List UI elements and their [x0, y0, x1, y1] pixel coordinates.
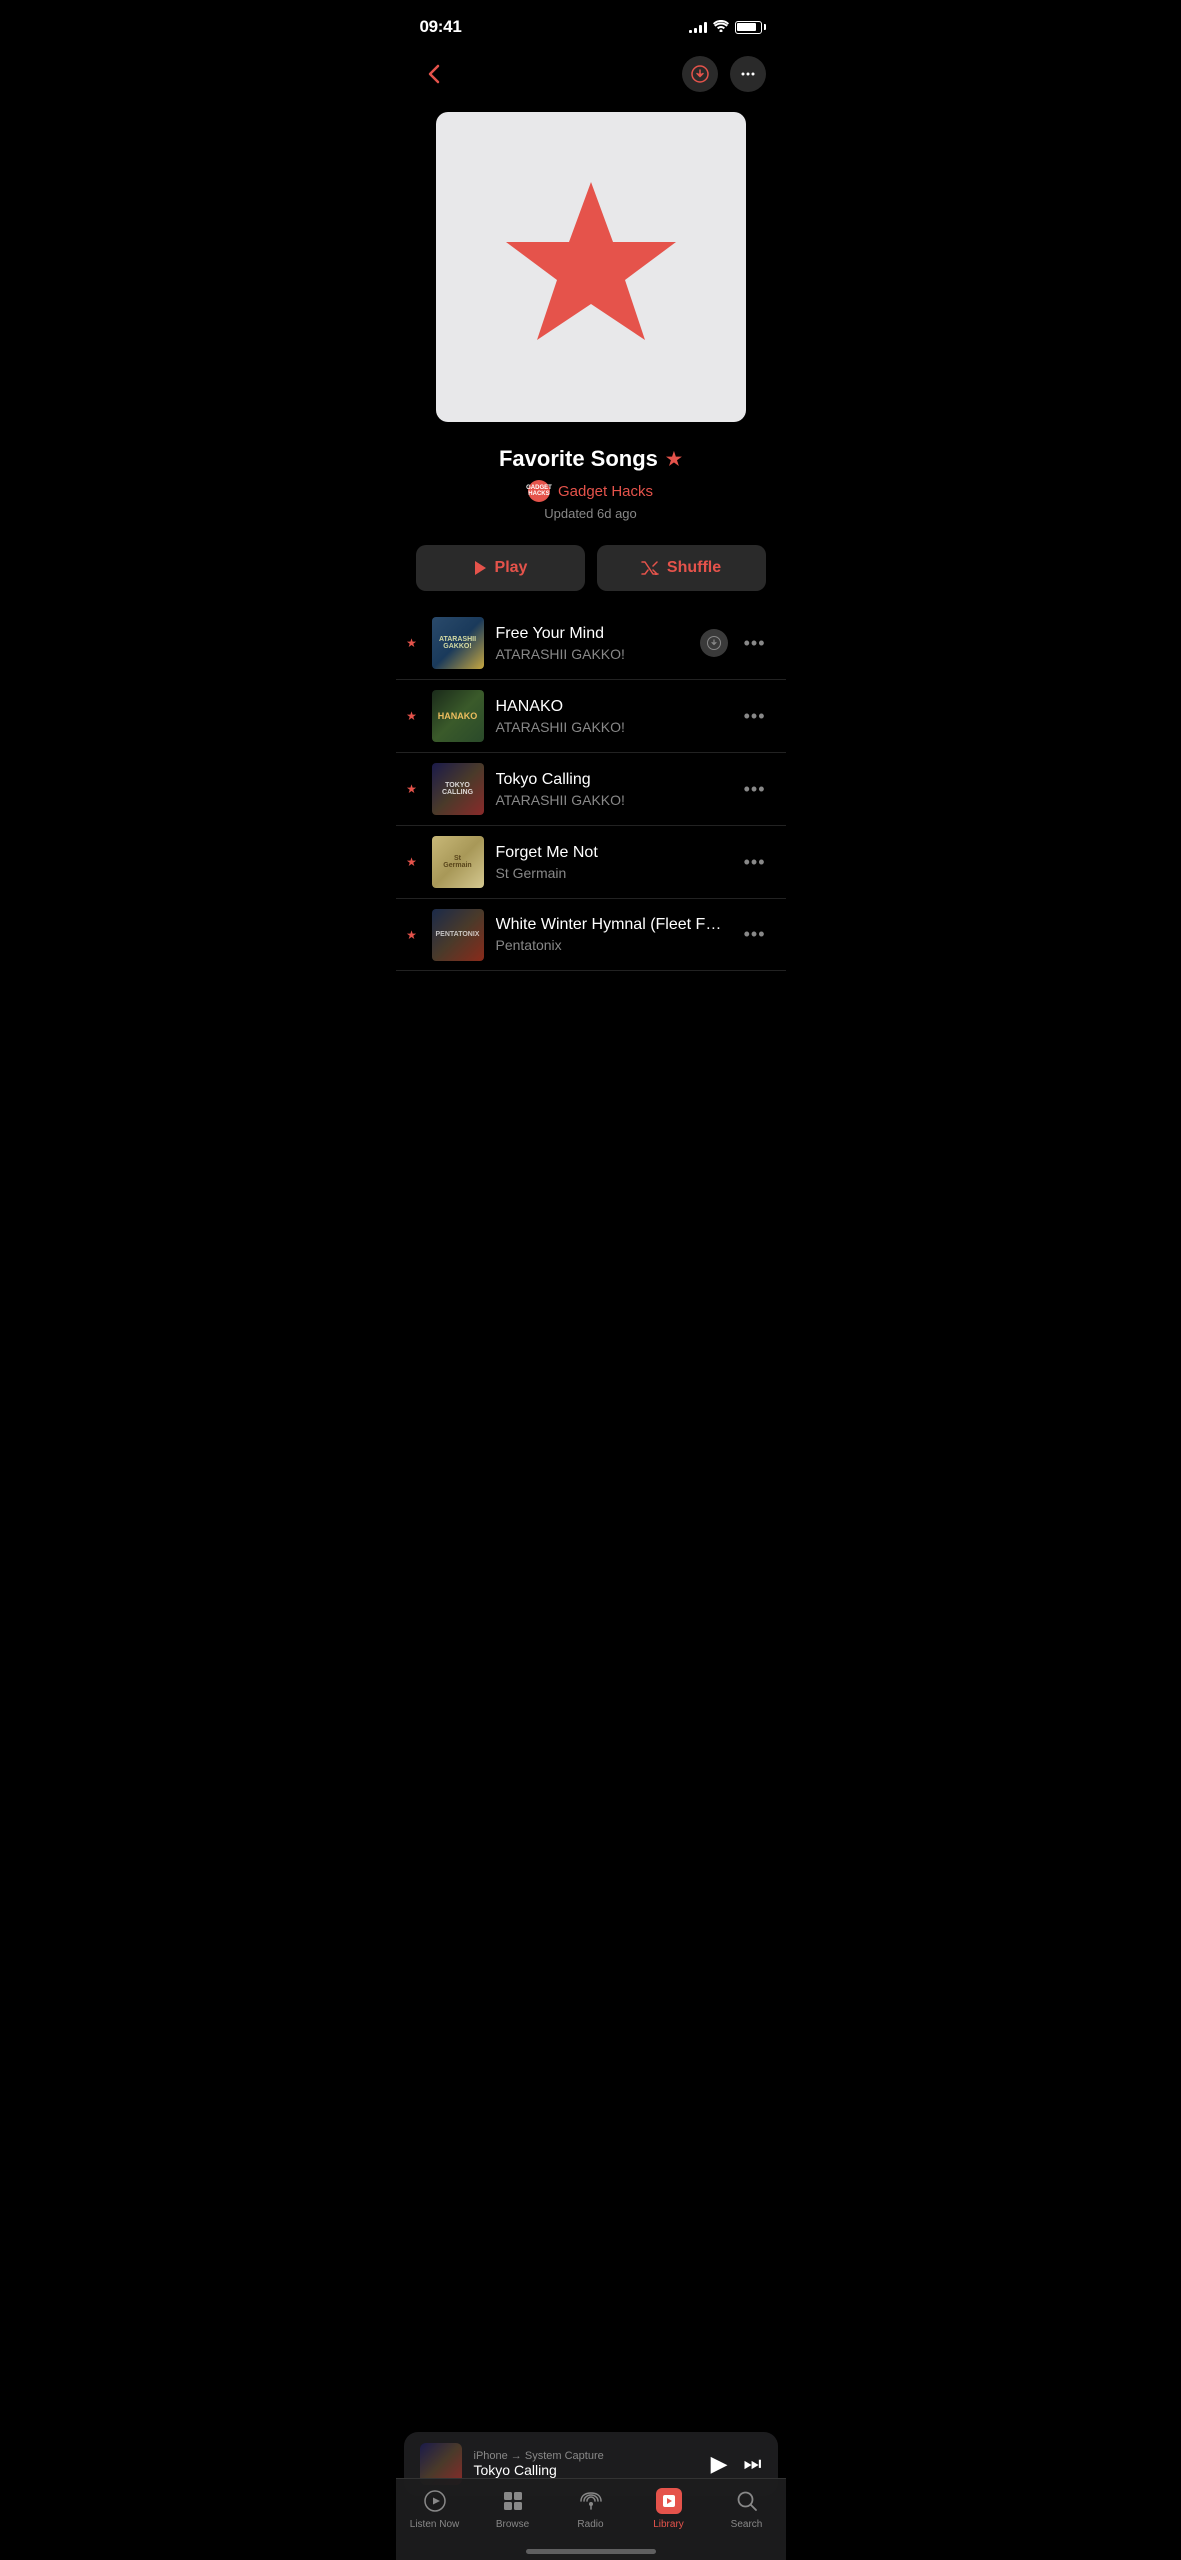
- song-actions: •••: [740, 702, 770, 731]
- library-icon: [655, 2487, 683, 2515]
- song-title: White Winter Hymnal (Fleet Foxes Cover): [496, 916, 728, 934]
- song-more-button[interactable]: •••: [740, 920, 770, 949]
- song-title: Free Your Mind: [496, 625, 688, 643]
- tab-radio-label: Radio: [577, 2519, 603, 2530]
- song-artist: St Germain: [496, 865, 728, 881]
- mini-player-controls: ▶ ⏭: [711, 2451, 762, 2477]
- song-thumbnail: PENTATONIX: [432, 909, 484, 961]
- tab-library[interactable]: Library: [630, 2487, 708, 2530]
- mini-forward-button[interactable]: ⏭: [744, 2453, 762, 2476]
- song-thumbnail: StGermain: [432, 836, 484, 888]
- mini-player-info: iPhone → System Capture Tokyo Calling: [474, 2450, 699, 2478]
- song-title: Tokyo Calling: [496, 771, 728, 789]
- search-icon: [733, 2487, 761, 2515]
- playlist-info: Favorite Songs ★ GADGETHACKS Gadget Hack…: [396, 438, 786, 537]
- song-artist: ATARASHII GAKKO!: [496, 792, 728, 808]
- tab-bar: Listen Now Browse Radio: [396, 2478, 786, 2560]
- song-info: HANAKO ATARASHII GAKKO!: [496, 698, 728, 735]
- song-info: Free Your Mind ATARASHII GAKKO!: [496, 625, 688, 662]
- author-name: Gadget Hacks: [558, 483, 653, 500]
- song-item[interactable]: ★ StGermain Forget Me Not St Germain •••: [396, 826, 786, 899]
- song-item[interactable]: ★ ATARASHIIGAKKO! Free Your Mind ATARASH…: [396, 607, 786, 680]
- browse-icon: [499, 2487, 527, 2515]
- mini-play-button[interactable]: ▶: [711, 2451, 728, 2477]
- tab-browse-label: Browse: [496, 2519, 529, 2530]
- tab-browse[interactable]: Browse: [474, 2487, 552, 2530]
- playlist-updated: Updated 6d ago: [416, 506, 766, 521]
- status-icons: [689, 19, 762, 35]
- nav-bar: [396, 48, 786, 104]
- album-art: [436, 112, 746, 422]
- battery-icon: [735, 21, 762, 34]
- tab-search-label: Search: [731, 2519, 763, 2530]
- mini-player-source: iPhone → System Capture: [474, 2450, 699, 2462]
- signal-icon: [689, 21, 707, 33]
- song-more-button[interactable]: •••: [740, 702, 770, 731]
- shuffle-button[interactable]: Shuffle: [597, 545, 766, 591]
- tab-library-label: Library: [653, 2519, 684, 2530]
- download-song-button[interactable]: [700, 629, 728, 657]
- song-item[interactable]: ★ PENTATONIX White Winter Hymnal (Fleet …: [396, 899, 786, 971]
- song-title: Forget Me Not: [496, 844, 728, 862]
- song-info: White Winter Hymnal (Fleet Foxes Cover) …: [496, 916, 728, 953]
- song-item[interactable]: ★ HANAKO HANAKO ATARASHII GAKKO! •••: [396, 680, 786, 753]
- song-actions: •••: [740, 920, 770, 949]
- author-avatar: GADGETHACKS: [528, 480, 550, 502]
- song-actions: •••: [740, 848, 770, 877]
- mini-player-title: Tokyo Calling: [474, 2462, 699, 2478]
- play-button[interactable]: Play: [416, 545, 585, 591]
- tab-listen-now-label: Listen Now: [410, 2519, 459, 2530]
- download-button[interactable]: [682, 56, 718, 92]
- song-actions: •••: [700, 629, 770, 658]
- song-star-icon: ★: [404, 782, 420, 796]
- home-indicator: [526, 2549, 656, 2554]
- song-artist: ATARASHII GAKKO!: [496, 646, 688, 662]
- tab-search[interactable]: Search: [708, 2487, 786, 2530]
- playlist-cover-star: [491, 172, 691, 362]
- playlist-author[interactable]: GADGETHACKS Gadget Hacks: [416, 480, 766, 502]
- listen-now-icon: [421, 2487, 449, 2515]
- radio-icon: [577, 2487, 605, 2515]
- status-bar: 09:41: [396, 0, 786, 48]
- song-list: ★ ATARASHIIGAKKO! Free Your Mind ATARASH…: [396, 607, 786, 1091]
- nav-actions: [682, 56, 766, 92]
- song-thumbnail: TOKYOCALLING: [432, 763, 484, 815]
- song-actions: •••: [740, 775, 770, 804]
- playlist-title: Favorite Songs ★: [416, 446, 766, 472]
- action-buttons: Play Shuffle: [396, 537, 786, 607]
- song-star-icon: ★: [404, 709, 420, 723]
- song-thumbnail: HANAKO: [432, 690, 484, 742]
- song-info: Forget Me Not St Germain: [496, 844, 728, 881]
- album-art-container: [396, 104, 786, 438]
- tab-radio[interactable]: Radio: [552, 2487, 630, 2530]
- status-time: 09:41: [420, 17, 462, 37]
- song-more-button[interactable]: •••: [740, 848, 770, 877]
- more-button[interactable]: [730, 56, 766, 92]
- song-item[interactable]: ★ TOKYOCALLING Tokyo Calling ATARASHII G…: [396, 753, 786, 826]
- back-button[interactable]: [416, 56, 452, 92]
- playlist-star-icon: ★: [666, 449, 682, 470]
- tab-listen-now[interactable]: Listen Now: [396, 2487, 474, 2530]
- song-star-icon: ★: [404, 928, 420, 942]
- song-star-icon: ★: [404, 855, 420, 869]
- song-artist: ATARASHII GAKKO!: [496, 719, 728, 735]
- song-title: HANAKO: [496, 698, 728, 716]
- song-artist: Pentatonix: [496, 937, 728, 953]
- song-more-button[interactable]: •••: [740, 629, 770, 658]
- song-star-icon: ★: [404, 636, 420, 650]
- song-info: Tokyo Calling ATARASHII GAKKO!: [496, 771, 728, 808]
- wifi-icon: [713, 19, 729, 35]
- song-more-button[interactable]: •••: [740, 775, 770, 804]
- song-thumbnail: ATARASHIIGAKKO!: [432, 617, 484, 669]
